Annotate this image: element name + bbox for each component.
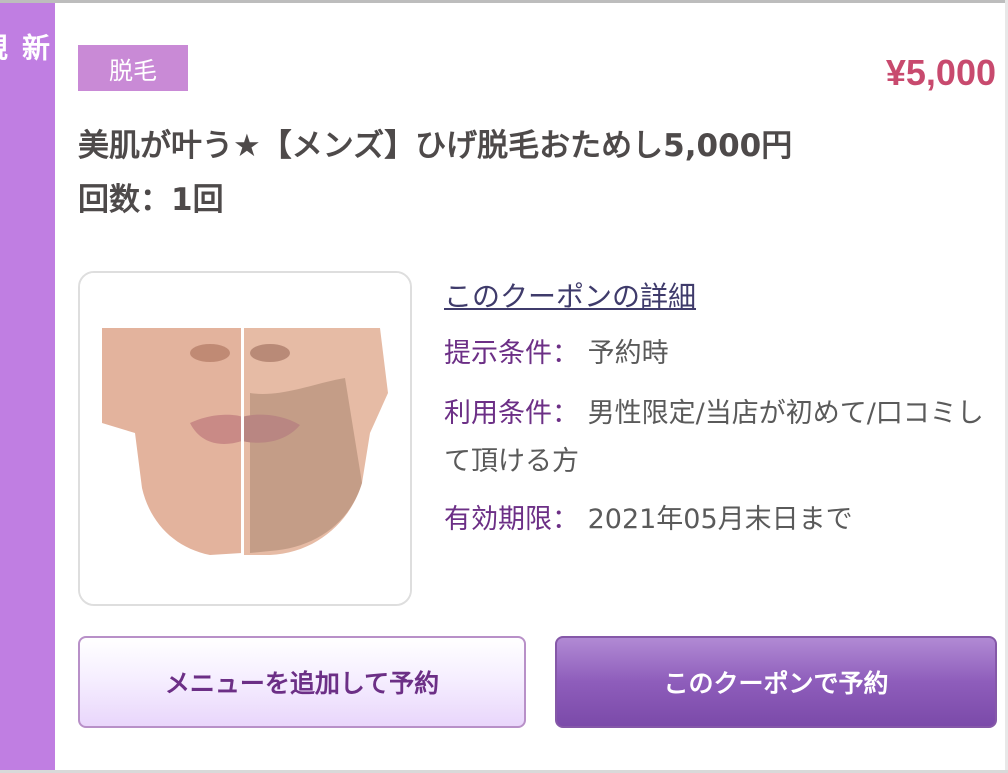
condition-label: 有効期限： bbox=[444, 504, 579, 535]
condition-usage: 利用条件： 男性限定/当店が初めて/口コミして頂ける方 bbox=[444, 390, 984, 486]
condition-value: 予約時 bbox=[587, 338, 669, 369]
coupon-detail-link[interactable]: このクーポンの詳細 bbox=[444, 275, 696, 315]
coupon-title: 美肌が叶う★【メンズ】ひげ脱毛おためし5,000円 bbox=[78, 128, 793, 164]
condition-label: 利用条件： bbox=[444, 398, 579, 429]
condition-label: 提示条件： bbox=[444, 338, 579, 369]
top-border bbox=[0, 0, 1008, 3]
coupon-photo bbox=[78, 271, 412, 606]
face-photo-illustration bbox=[80, 273, 410, 604]
new-label-char-2: 規 bbox=[0, 33, 9, 63]
new-coupon-ribbon: 新規 bbox=[0, 3, 55, 770]
reserve-with-coupon-button[interactable]: このクーポンで予約 bbox=[555, 636, 997, 728]
condition-value: 2021年05月末日まで bbox=[587, 504, 853, 535]
coupon-count: 回数：1回 bbox=[78, 182, 224, 218]
coupon-price: ¥5,000 bbox=[885, 52, 996, 93]
new-label: 新規 bbox=[0, 33, 55, 63]
new-label-char-1: 新 bbox=[18, 33, 51, 63]
add-menu-reserve-button[interactable]: メニューを追加して予約 bbox=[78, 636, 526, 728]
condition-expiry: 有効期限： 2021年05月末日まで bbox=[444, 496, 984, 544]
condition-presentation: 提示条件： 予約時 bbox=[444, 330, 984, 378]
category-badge: 脱毛 bbox=[78, 45, 188, 91]
